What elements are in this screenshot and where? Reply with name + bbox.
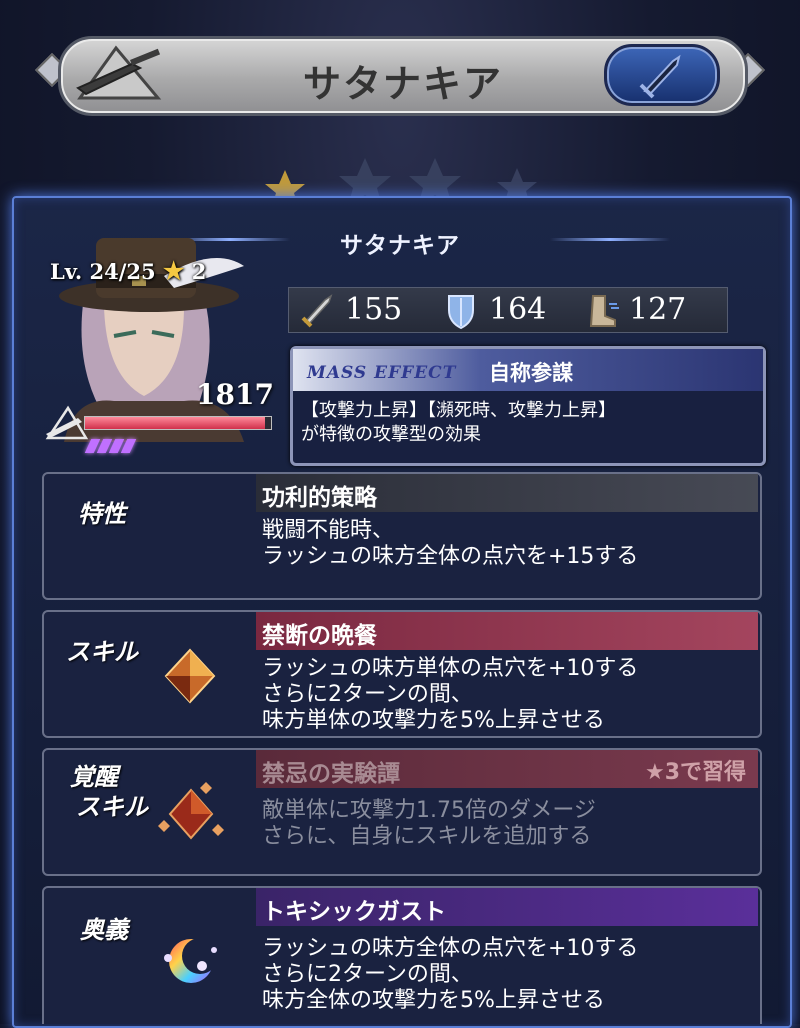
mass-effect-name: 自称参謀 [489,361,573,385]
awaken-desc-line: さらに、自身にスキルを追加する [262,824,592,849]
stat-attack: 155 [297,290,427,330]
mass-effect-desc-line: 【攻撃力上昇】【瀕死時、攻撃力上昇】 [301,400,616,421]
hp-bar-fill [85,417,266,429]
ougi-row[interactable]: 奥義 トキシックガスト ラッシュの味方全体の点穴を+10する さらに2ターンの間… [42,886,762,1024]
skill-header: 禁断の晩餐 [256,612,758,650]
ougi-header: トキシックガスト [256,888,758,926]
boot-icon [589,295,619,327]
skill-crystal-icon [160,646,220,710]
mass-effect-box[interactable]: MASS EFFECT 自称参謀 【攻撃力上昇】【瀕死時、攻撃力上昇】 が特徴の… [290,346,766,466]
skill-row[interactable]: スキル 禁断の晩餐 ラッシュの味方単体の点穴を+10する さらに2ターンの間、 … [42,610,762,738]
mass-effect-description: 【攻撃力上昇】【瀕死時、攻撃力上昇】 が特徴の攻撃型の効果 [301,399,616,447]
level-value: Lv. 24/25 [50,259,156,284]
skill-desc-line: 味方単体の攻撃力を5%上昇させる [262,708,605,733]
skill-desc-line: ラッシュの味方単体の点穴を+10する [262,656,639,681]
ougi-desc-line: 味方全体の攻撃力を5%上昇させる [262,988,605,1013]
stat-speed: 127 [581,290,711,330]
ougi-label: 奥義 [80,916,128,944]
mass-effect-label: MASS EFFECT [307,363,457,383]
special-gauge [84,438,137,457]
awaken-description: 敵単体に攻撃力1.75倍のダメージ さらに、自身にスキルを追加する [262,798,596,850]
ougi-title: トキシックガスト [262,899,446,925]
mass-effect-desc-line: が特徴の攻撃型の効果 [301,424,481,445]
trait-title: 功利的策略 [262,485,377,511]
trait-desc-line: ラッシュの味方全体の点穴を+15する [262,544,639,569]
awaken-desc-line: 敵単体に攻撃力1.75倍のダメージ [262,798,596,823]
awaken-skill-row[interactable]: 覚醒 スキル 禁忌の実験譚 ★3で習得 敵単体に攻撃力1.75倍のダメージ さら… [42,748,762,876]
speed-value: 127 [629,292,687,327]
mass-effect-header: MASS EFFECT 自称参謀 [293,349,763,391]
header: サタナキア [35,30,765,116]
awaken-crystal-icon [156,780,226,850]
sword-icon [301,294,333,328]
level-display: Lv. 24/25 ★ 2 [50,256,206,285]
awaken-label-line: 覚醒 [70,763,118,791]
attack-value: 155 [345,292,403,327]
awaken-label: 覚醒 スキル [66,762,148,822]
skill-description: ラッシュの味方単体の点穴を+10する さらに2ターンの間、 味方単体の攻撃力を5… [262,656,638,734]
stat-defense: 164 [441,290,571,330]
awaken-title: 禁忌の実験譚 [262,761,400,787]
trait-row[interactable]: 特性 功利的策略 戦闘不能時、 ラッシュの味方全体の点穴を+15する [42,472,762,600]
trait-header: 功利的策略 [256,474,758,512]
hp-bar [84,416,272,430]
skill-label: スキル [66,638,138,666]
awaken-label-line: スキル [76,793,148,821]
skill-title: 禁断の晩餐 [262,623,377,649]
ougi-moon-icon [158,928,224,998]
star-count: 2 [191,259,207,284]
stat-bar: 155 164 127 [288,287,728,333]
star-icon: ★ [162,256,185,285]
shield-icon [448,295,474,330]
learn-requirement: ★3で習得 [644,760,746,785]
trait-description: 戦闘不能時、 ラッシュの味方全体の点穴を+15する [262,518,638,570]
trait-label: 特性 [78,500,126,528]
ougi-desc-line: ラッシュの味方全体の点穴を+10する [262,936,639,961]
trait-desc-line: 戦闘不能時、 [262,518,395,543]
rifle-emblem-icon [70,42,170,106]
weapon-switch-button[interactable] [604,44,720,106]
awaken-header: 禁忌の実験譚 ★3で習得 [256,750,758,788]
hp-value: 1817 [196,378,274,411]
skill-desc-line: さらに2ターンの間、 [262,682,473,707]
ougi-description: ラッシュの味方全体の点穴を+10する さらに2ターンの間、 味方全体の攻撃力を5… [262,936,638,1014]
defense-value: 164 [489,292,547,327]
ougi-desc-line: さらに2ターンの間、 [262,962,473,987]
sword-icon [639,54,681,99]
